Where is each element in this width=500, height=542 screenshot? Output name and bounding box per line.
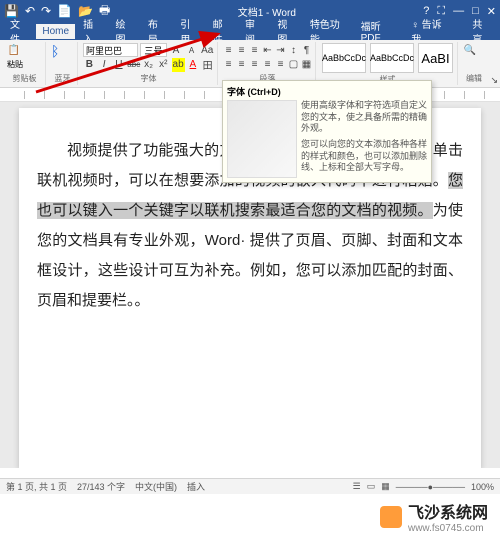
status-language[interactable]: 中文(中国) [135, 480, 177, 493]
read-mode-icon[interactable]: ☰ [353, 481, 361, 492]
tooltip-title: 字体 (Ctrl+D) [227, 85, 427, 98]
annotation-arrow [30, 28, 230, 98]
align-center-icon[interactable]: ≡ [236, 58, 247, 72]
zoom-level[interactable]: 100% [471, 482, 494, 492]
tooltip-text-1: 使用高级字体和字符选项自定义您的文本，使之具备所需的精确外观。 [301, 100, 427, 135]
font-tooltip: 字体 (Ctrl+D) 使用高级字体和字符选项自定义您的文本，使之具备所需的精确… [222, 80, 432, 183]
paste-icon[interactable]: 📋 [7, 43, 21, 57]
find-icon[interactable]: 🔍 [463, 43, 477, 57]
status-page[interactable]: 第 1 页, 共 1 页 [6, 480, 67, 493]
redo-icon[interactable]: ↷ [41, 4, 51, 18]
justify-icon[interactable]: ≡ [262, 58, 273, 72]
new-icon[interactable]: 📄 [57, 4, 72, 18]
style-heading1[interactable]: AaBI [418, 43, 453, 73]
style-nospace[interactable]: AaBbCcDc [370, 43, 414, 73]
paragraph-dialog-launcher[interactable]: ↘ [490, 75, 498, 86]
shading-icon[interactable]: ▢ [288, 58, 299, 72]
zoom-slider[interactable]: ─────●───── [396, 482, 465, 492]
align-right-icon[interactable]: ≡ [249, 58, 260, 72]
borders-icon[interactable]: ▦ [301, 58, 312, 72]
numbering-icon[interactable]: ≡ [236, 43, 247, 57]
show-marks-icon[interactable]: ¶ [301, 43, 312, 57]
web-layout-icon[interactable]: ▦ [381, 481, 390, 492]
watermark-url: www.fs0745.com [408, 523, 488, 534]
line-spacing-icon[interactable]: ≡ [275, 58, 286, 72]
increase-indent-icon[interactable]: ⇥ [275, 43, 286, 57]
editing-group-label: 编辑 [463, 73, 485, 84]
watermark-icon [380, 506, 402, 528]
status-insert[interactable]: 插入 [187, 480, 205, 493]
style-normal[interactable]: AaBbCcDc [322, 43, 366, 73]
sort-icon[interactable]: ↕ [288, 43, 299, 57]
watermark-brand: 飞沙系统网 [408, 499, 488, 523]
print-layout-icon[interactable]: ▭ [367, 481, 376, 492]
status-words[interactable]: 27/143 个字 [77, 480, 125, 493]
multilevel-icon[interactable]: ≡ [249, 43, 260, 57]
tooltip-text-2: 您可以向您的文本添加各种各样的样式和颜色，也可以添加删除线、上标和全部大写字母。 [301, 139, 427, 174]
watermark: 飞沙系统网 www.fs0745.com [380, 499, 488, 534]
tooltip-preview-image [227, 100, 297, 178]
decrease-indent-icon[interactable]: ⇤ [262, 43, 273, 57]
